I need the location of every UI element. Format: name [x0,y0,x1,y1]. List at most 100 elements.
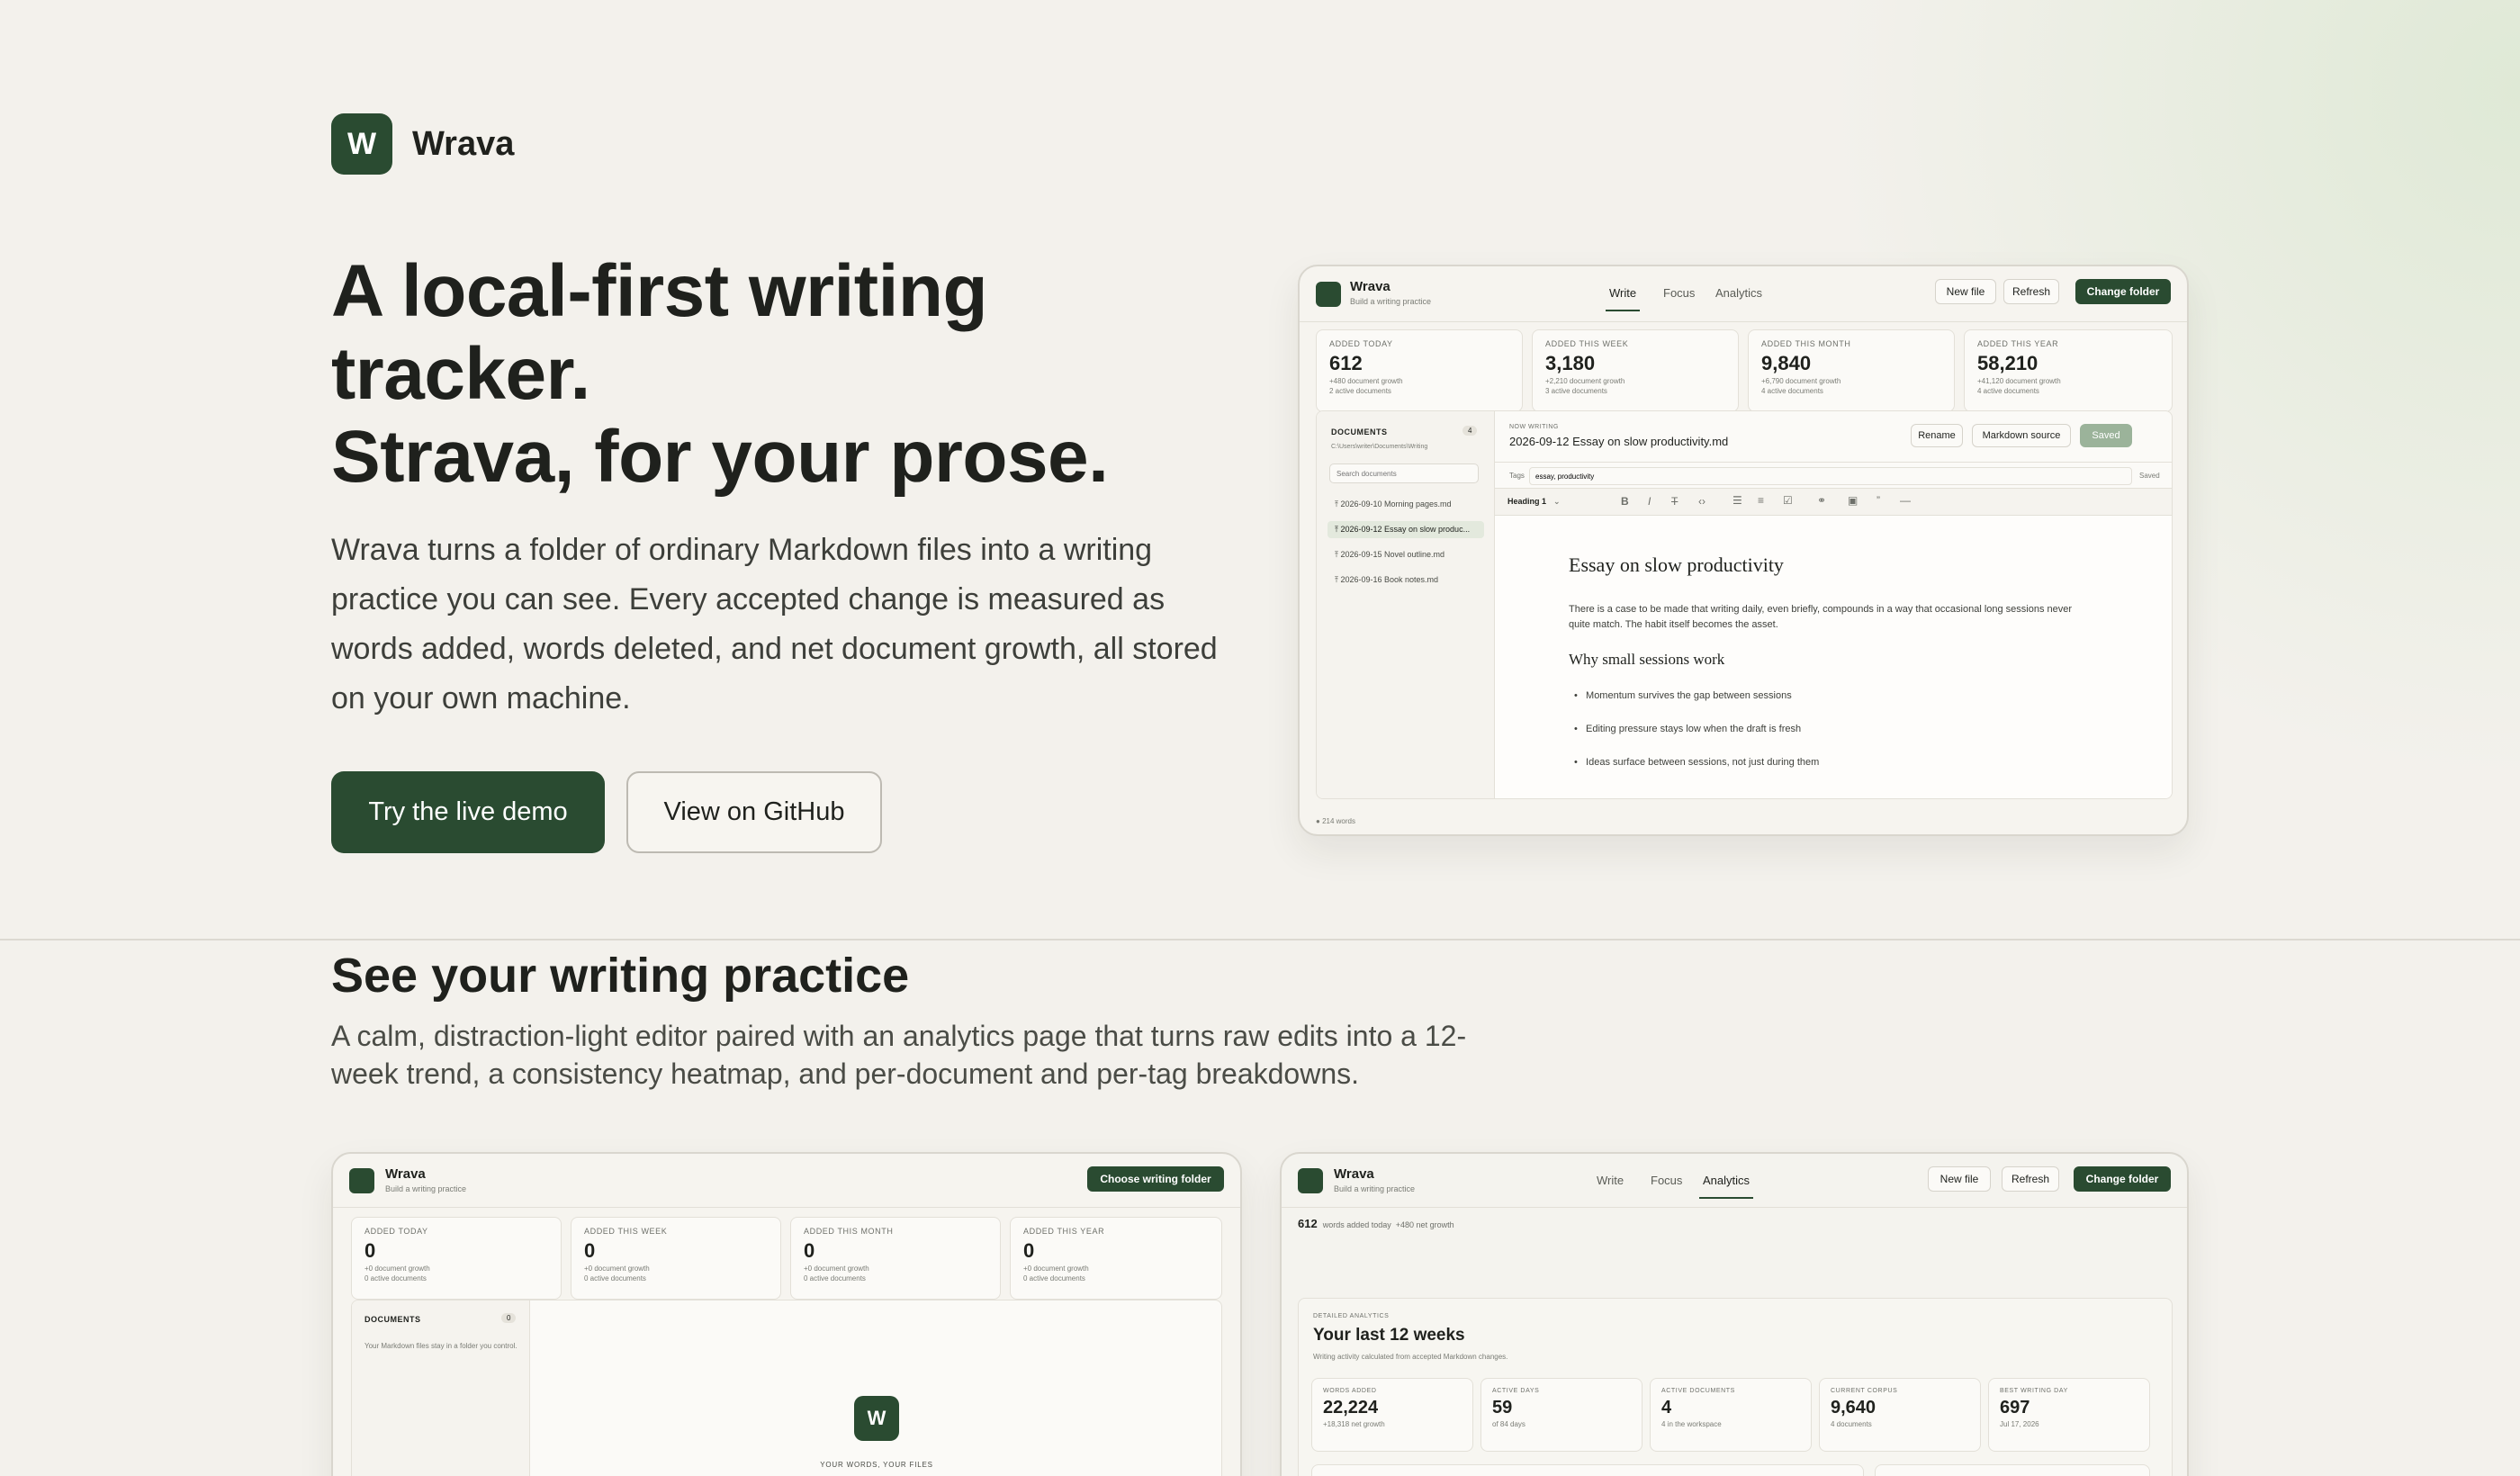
link-icon[interactable]: ⚭ [1817,494,1826,507]
empty-state-caption: YOUR WORDS, YOUR FILES [820,1461,933,1469]
stat-sub: 0 active documents [804,1274,866,1282]
saved-button[interactable]: Saved [2080,424,2132,447]
stat-label: ADDED THIS MONTH [804,1227,894,1236]
brand-name: Wrava [412,124,515,163]
quote-icon[interactable]: ” [1876,494,1880,507]
task-list-icon[interactable]: ☑ [1783,494,1793,507]
document-item[interactable]: ⤒ 2026-09-10 Morning pages.md [1328,496,1484,513]
stat-sub: 3 active documents [1545,387,1607,395]
preview-header: Wrava Build a writing practice Choose wr… [333,1154,1240,1208]
heading-select-label: Heading 1 [1508,497,1547,506]
tab-analytics[interactable]: Analytics [1715,286,1762,300]
stat-value: 612 [1329,352,1363,374]
heading-select[interactable]: Heading 1 ⌄ [1508,497,1561,507]
current-file-name: 2026-09-12 Essay on slow productivity.md [1509,435,1729,448]
workspace-panel: DOCUMENTS 0 Your Markdown files stay in … [351,1300,1222,1476]
stat-label: ADDED THIS WEEK [584,1227,668,1236]
rename-button[interactable]: Rename [1911,424,1963,447]
analytics-card-active-days: ACTIVE DAYS 59 of 84 days [1480,1378,1642,1452]
refresh-button[interactable]: Refresh [2003,279,2059,304]
document-item[interactable]: ⤒ 2026-09-16 Book notes.md [1328,572,1484,589]
documents-count: 0 [501,1313,517,1323]
tab-focus[interactable]: Focus [1663,286,1695,300]
documents-note: Your Markdown files stay in a folder you… [364,1342,518,1350]
analytics-subtitle: Writing activity calculated from accepte… [1313,1353,1508,1361]
today-summary: 612 words added today +480 net growth [1298,1217,1454,1230]
analytics-title: Your last 12 weeks [1313,1326,1465,1345]
hero-title-line: tracker. [331,333,590,415]
empty-state-preview-window: Wrava Build a writing practice Choose wr… [331,1152,1242,1476]
strikethrough-icon[interactable]: T [1671,495,1678,508]
bullet-list-icon[interactable]: ☰ [1732,494,1742,507]
numbered-list-icon[interactable]: ≡ [1758,494,1764,507]
card-sub: +18,318 net growth [1323,1420,1385,1428]
preview-app-subtitle: Build a writing practice [385,1184,467,1193]
today-summary-growth: +480 net growth [1395,1220,1454,1229]
stat-label: ADDED THIS WEEK [1545,339,1629,348]
preview-app-subtitle: Build a writing practice [1334,1184,1416,1193]
card-value: 4 [1661,1398,1672,1418]
stat-card-year: ADDED THIS YEAR 58,210 +41,120 document … [1964,329,2173,412]
card-sub: of 84 days [1492,1420,1526,1428]
italic-icon[interactable]: I [1648,495,1651,508]
section-description: A calm, distraction-light editor paired … [331,1020,1467,1090]
tags-input[interactable] [1529,467,2132,485]
refresh-button[interactable]: Refresh [2002,1166,2059,1192]
divider-icon[interactable]: — [1900,494,1911,507]
chevron-down-icon: ⌄ [1553,497,1561,506]
brand-logo: W [331,113,392,175]
code-icon[interactable]: ‹› [1698,495,1706,508]
bold-icon[interactable]: B [1621,495,1629,508]
preview-logo [1298,1168,1323,1193]
tab-write[interactable]: Write [1597,1174,1624,1187]
stat-sub: 0 active documents [364,1274,427,1282]
change-folder-button[interactable]: Change folder [2074,1166,2171,1192]
hero-title: A local-first writing tracker. Strava, f… [331,250,1231,499]
card-value: 697 [2000,1398,2030,1418]
search-documents-input[interactable] [1329,464,1479,483]
github-button[interactable]: View on GitHub [626,771,882,853]
tab-focus[interactable]: Focus [1651,1174,1682,1187]
document-item-label: 2026-09-10 Morning pages.md [1340,500,1452,508]
bullet-item: • Ideas surface between sessions, not ju… [1574,757,1820,768]
tags-label: Tags [1509,472,1525,480]
image-icon[interactable]: ▣ [1848,494,1858,507]
markdown-source-button[interactable]: Markdown source [1972,424,2071,447]
brand[interactable]: W Wrava [331,113,514,175]
new-file-button[interactable]: New file [1928,1166,1991,1192]
stat-sub: 4 active documents [1977,387,2039,395]
analytics-preview-window: Wrava Build a writing practice Write Foc… [1280,1152,2189,1476]
trend-card [1311,1464,1864,1476]
choose-folder-button[interactable]: Choose writing folder [1087,1166,1224,1192]
document-item-label: 2026-09-15 Novel outline.md [1340,550,1445,559]
analytics-card-words-added: WORDS ADDED 22,224 +18,318 net growth [1311,1378,1473,1452]
tab-write[interactable]: Write [1605,286,1641,311]
stat-sub: 0 active documents [584,1274,646,1282]
tab-analytics[interactable]: Analytics [1698,1174,1754,1199]
document-item-label: 2026-09-16 Book notes.md [1340,575,1439,584]
stat-value: 0 [584,1239,596,1262]
stat-label: ADDED THIS YEAR [1977,339,2059,348]
stat-label: ADDED THIS MONTH [1761,339,1851,348]
card-label: BEST WRITING DAY [2000,1388,2068,1394]
workspace-panel: DOCUMENTS 4 C:\Users\writer\Documents\Wr… [1316,410,2173,799]
analytics-panel: DETAILED ANALYTICS Your last 12 weeks Wr… [1298,1298,2173,1476]
stat-label: ADDED THIS YEAR [1023,1227,1105,1236]
preview-header: Wrava Build a writing practice Write Foc… [1300,266,2187,322]
stat-card-year: ADDED THIS YEAR 0 +0 document growth 0 a… [1010,1217,1222,1300]
document-item-selected[interactable]: ⤒ 2026-09-12 Essay on slow produc... [1328,521,1484,538]
card-sub: 4 documents [1831,1420,1872,1428]
document-item[interactable]: ⤒ 2026-09-15 Novel outline.md [1328,546,1484,563]
documents-sidebar: DOCUMENTS 4 C:\Users\writer\Documents\Wr… [1317,411,1495,798]
stat-sub: 4 active documents [1761,387,1823,395]
editor-content[interactable]: Essay on slow productivity There is a ca… [1495,516,2172,798]
documents-header: DOCUMENTS [1331,428,1388,436]
change-folder-button[interactable]: Change folder [2075,279,2171,304]
card-value: 22,224 [1323,1398,1379,1418]
documents-sidebar: DOCUMENTS 0 Your Markdown files stay in … [352,1300,530,1476]
stat-card-week: ADDED THIS WEEK 0 +0 document growth 0 a… [571,1217,781,1300]
card-label: CURRENT CORPUS [1831,1388,1898,1394]
live-demo-button[interactable]: Try the live demo [331,771,605,853]
new-file-button[interactable]: New file [1935,279,1996,304]
documents-path: C:\Users\writer\Documents\Writing [1331,444,1428,450]
